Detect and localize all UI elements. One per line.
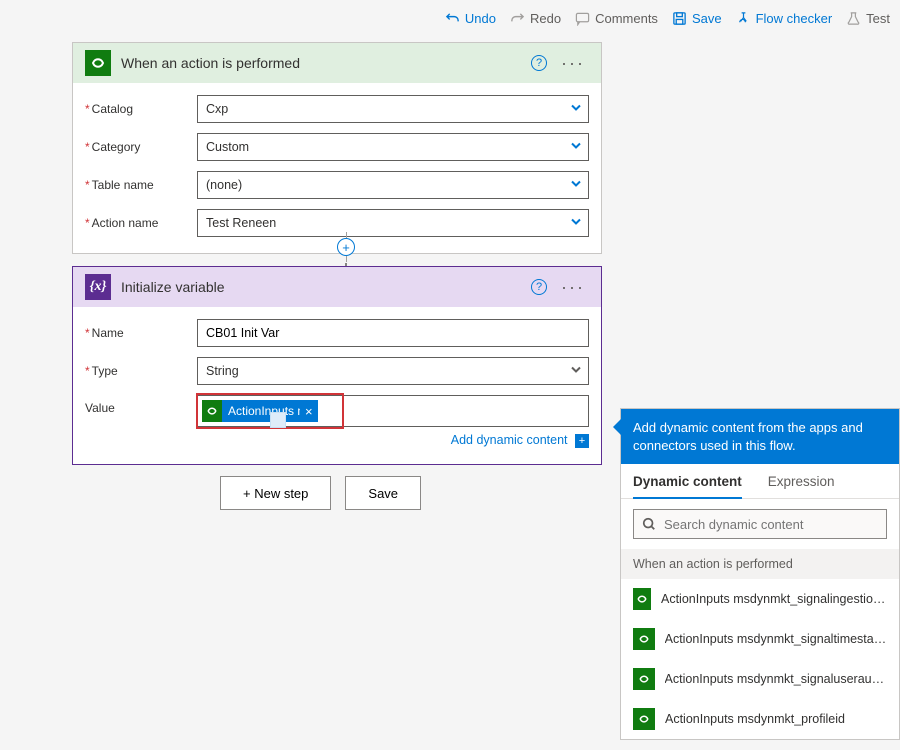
dynamic-item-label: ActionInputs msdynmkt_signaluserauthid — [665, 672, 887, 686]
variable-icon: {x} — [85, 274, 111, 300]
ellipsis-icon[interactable]: ··· — [557, 277, 589, 298]
new-step-button[interactable]: + New step — [220, 476, 331, 510]
variable-title: Initialize variable — [121, 279, 521, 295]
dynamic-item[interactable]: ActionInputs msdynmkt_signaltimestamp — [621, 619, 899, 659]
add-dynamic-link[interactable]: Add dynamic content — [451, 433, 568, 447]
chevron-down-icon — [570, 178, 582, 193]
flowchecker-icon — [736, 11, 751, 26]
tablename-select[interactable]: (none) — [197, 171, 589, 199]
dynamic-item-label: ActionInputs msdynmkt_profileid — [665, 712, 845, 726]
help-icon[interactable]: ? — [531, 55, 547, 71]
dataverse-icon — [202, 400, 222, 422]
drag-handle-icon[interactable] — [270, 412, 286, 428]
dynamic-token[interactable]: ActionInputs m… × — [202, 400, 318, 422]
test-label: Test — [866, 11, 890, 26]
add-dynamic-label: Add dynamic content — [451, 433, 568, 447]
category-value: Custom — [206, 140, 249, 154]
variable-card: {x} Initialize variable ? ··· Name Type … — [72, 266, 602, 465]
catalog-select[interactable]: Cxp — [197, 95, 589, 123]
chevron-down-icon — [570, 140, 582, 155]
tab-expression[interactable]: Expression — [768, 464, 835, 498]
catalog-value: Cxp — [206, 102, 228, 116]
chevron-down-icon — [570, 364, 582, 379]
search-icon — [642, 517, 656, 531]
footer-buttons: + New step Save — [220, 476, 421, 510]
comments-label: Comments — [595, 11, 658, 26]
value-input[interactable]: ActionInputs m… × — [197, 395, 589, 427]
undo-label: Undo — [465, 11, 496, 26]
dynamic-content-popout: Add dynamic content from the apps and co… — [620, 408, 900, 740]
dynamic-item[interactable]: ActionInputs msdynmkt_signaluserauthid — [621, 659, 899, 699]
flowchecker-button[interactable]: Flow checker — [736, 11, 833, 26]
search-box[interactable] — [633, 509, 887, 539]
actionname-label: Action name — [85, 216, 197, 230]
type-value: String — [206, 364, 239, 378]
dynamic-items-list: ActionInputs msdynmkt_signalingestiontim… — [621, 579, 899, 739]
undo-icon — [445, 11, 460, 26]
add-dynamic-row: Add dynamic content + — [197, 433, 589, 448]
popout-tabs: Dynamic content Expression — [621, 464, 899, 499]
flowchecker-label: Flow checker — [756, 11, 833, 26]
tablename-label: Table name — [85, 178, 197, 192]
dynamic-item-label: ActionInputs msdynmkt_signalingestiontim… — [661, 592, 887, 606]
ellipsis-icon[interactable]: ··· — [557, 53, 589, 74]
save-flow-button[interactable]: Save — [345, 476, 421, 510]
chevron-down-icon — [570, 102, 582, 117]
popout-header: Add dynamic content from the apps and co… — [621, 409, 899, 464]
search-wrap — [621, 499, 899, 549]
trigger-body: Catalog Cxp Category Custom Table name (… — [73, 83, 601, 253]
save-button[interactable]: Save — [672, 11, 722, 26]
test-button[interactable]: Test — [846, 11, 890, 26]
value-label: Value — [85, 395, 197, 415]
dataverse-icon — [633, 668, 655, 690]
dataverse-icon — [633, 588, 651, 610]
comments-icon — [575, 11, 590, 26]
dataverse-icon — [633, 708, 655, 730]
token-label: ActionInputs m… — [222, 404, 300, 418]
search-input[interactable] — [664, 517, 878, 532]
redo-icon — [510, 11, 525, 26]
save-icon — [672, 11, 687, 26]
add-step-button[interactable]: + — [337, 238, 355, 256]
redo-button[interactable]: Redo — [510, 11, 561, 26]
catalog-label: Catalog — [85, 102, 197, 116]
name-input[interactable] — [197, 319, 589, 347]
trigger-card: When an action is performed ? ··· Catalo… — [72, 42, 602, 254]
test-icon — [846, 11, 861, 26]
dynamic-item-label: ActionInputs msdynmkt_signaltimestamp — [665, 632, 887, 646]
dataverse-icon — [633, 628, 655, 650]
redo-label: Redo — [530, 11, 561, 26]
variable-header[interactable]: {x} Initialize variable ? ··· — [73, 267, 601, 307]
type-label: Type — [85, 364, 197, 378]
top-toolbar: Undo Redo Comments Save Flow checker Tes… — [445, 4, 890, 32]
tablename-value: (none) — [206, 178, 242, 192]
save-label: Save — [692, 11, 722, 26]
actionname-select[interactable]: Test Reneen — [197, 209, 589, 237]
chevron-down-icon — [570, 216, 582, 231]
dynamic-item[interactable]: ActionInputs msdynmkt_signalingestiontim… — [621, 579, 899, 619]
actionname-value: Test Reneen — [206, 216, 276, 230]
trigger-header[interactable]: When an action is performed ? ··· — [73, 43, 601, 83]
type-select[interactable]: String — [197, 357, 589, 385]
callout-arrow-icon — [613, 419, 621, 435]
tab-dynamic-content[interactable]: Dynamic content — [633, 464, 742, 499]
plus-icon[interactable]: + — [575, 434, 589, 448]
dynamic-item[interactable]: ActionInputs msdynmkt_profileid — [621, 699, 899, 739]
name-label: Name — [85, 326, 197, 340]
undo-button[interactable]: Undo — [445, 11, 496, 26]
category-select[interactable]: Custom — [197, 133, 589, 161]
dataverse-icon — [85, 50, 111, 76]
variable-body: Name Type String Value ActionInputs m… × — [73, 307, 601, 464]
help-icon[interactable]: ? — [531, 279, 547, 295]
comments-button[interactable]: Comments — [575, 11, 658, 26]
group-label: When an action is performed — [621, 549, 899, 579]
trigger-title: When an action is performed — [121, 55, 521, 71]
token-remove-icon[interactable]: × — [300, 404, 318, 419]
category-label: Category — [85, 140, 197, 154]
